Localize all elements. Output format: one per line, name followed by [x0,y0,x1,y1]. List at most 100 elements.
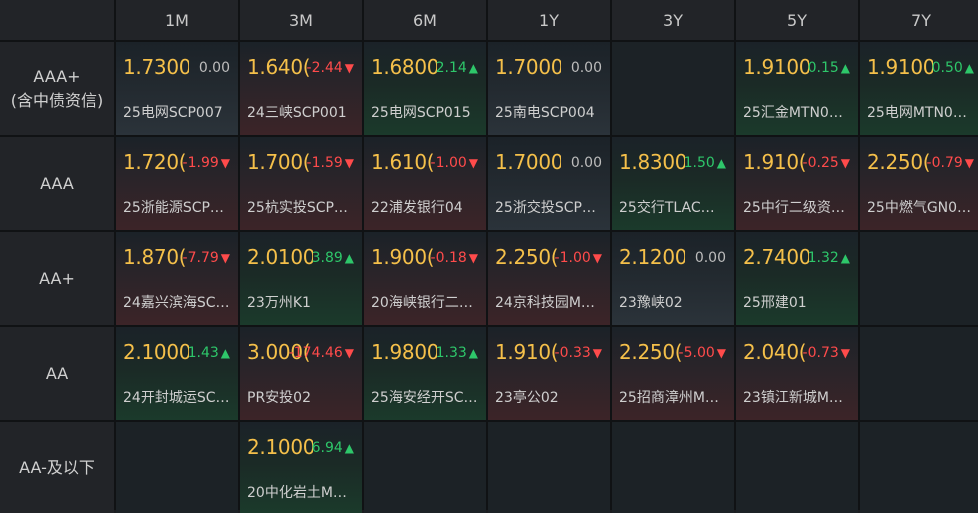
bond-name: 25招商漳州M… [619,390,719,406]
quote-cell[interactable]: 1.9100 0.15 ▲ 25汇金MTN0… [736,42,858,135]
arrow-down-icon: ▼ [840,156,850,170]
change-value: -0.79 [926,155,963,171]
change-value: 1.33 [435,345,467,361]
quote-cell[interactable]: 1.7000 0.00 25南电SCP004 [488,42,610,135]
arrow-up-icon: ▲ [468,61,478,75]
empty-cell [488,422,610,513]
arrow-down-icon: ▼ [964,156,974,170]
quote-cell[interactable]: 2.7400 1.32 ▲ 25邢建01 [736,232,858,325]
arrow-up-icon: ▲ [344,251,354,265]
column-header-5y[interactable]: 5Y [736,0,858,40]
bond-name: 25南电SCP004 [495,105,595,121]
bond-name: 25中燃气GN0… [867,200,972,216]
arrow-down-icon: ▼ [840,346,850,360]
change-value: 0.15 [807,60,839,76]
row-header: AAA+ (含中债资信) [0,42,114,135]
change-indicator: -1.59 ▼ [307,155,354,171]
bond-name: 25浙交投SCP… [495,200,596,216]
column-header-1m[interactable]: 1M [116,0,238,40]
arrow-down-icon: ▼ [344,156,354,170]
quote-cell[interactable]: 1.7300 0.00 25电网SCP007 [116,42,238,135]
empty-cell [116,422,238,513]
yield-value: 2.1200 [619,245,685,269]
bond-name: 24京科技园M… [495,295,595,311]
quote-cell[interactable]: 2.250(-5.00 ▼ 25招商漳州M… [612,327,734,420]
quote-cell[interactable]: 1.700(-1.59 ▼ 25杭实投SCP… [240,137,362,230]
quote-cell[interactable]: 1.8300 1.50 ▲ 25交行TLAC… [612,137,734,230]
change-value: -5.00 [678,345,715,361]
change-indicator: -0.18 ▼ [431,250,478,266]
yield-value: 2.7400 [743,245,809,269]
change-indicator: 0.00 [571,155,602,171]
arrow-down-icon: ▼ [592,251,602,265]
quote-cell[interactable]: 1.7000 0.00 25浙交投SCP… [488,137,610,230]
quote-cell[interactable]: 1.910(-0.33 ▼ 23亭公02 [488,327,610,420]
quote-cell[interactable]: 1.870(-7.79 ▼ 24嘉兴滨海SC… [116,232,238,325]
bond-name: 25电网SCP007 [123,105,223,121]
change-indicator: -1.00 ▼ [555,250,602,266]
change-value: -1.99 [182,155,219,171]
column-header-7y[interactable]: 7Y [860,0,978,40]
change-indicator: 0.00 [199,60,230,76]
quote-cell[interactable]: 1.9100 0.50 ▲ 25电网MTN0… [860,42,978,135]
row-header: AA+ [0,232,114,325]
column-header-6m[interactable]: 6M [364,0,486,40]
arrow-down-icon: ▼ [592,346,602,360]
quote-cell[interactable]: 2.0100 3.89 ▲ 23万州K1 [240,232,362,325]
quote-cell[interactable]: 3.000(-174.46 ▼ PR安投02 [240,327,362,420]
empty-cell [364,422,486,513]
yield-value: 1.610( [371,150,435,174]
quote-cell[interactable]: 2.250(-0.79 ▼ 25中燃气GN0… [860,137,978,230]
quote-cell[interactable]: 1.640(-2.44 ▼ 24三峡SCP001 [240,42,362,135]
quote-cell[interactable]: 1.910(-0.25 ▼ 25中行二级资… [736,137,858,230]
bond-name: 23镇江新城M… [743,390,843,406]
yield-value: 1.9100 [743,55,809,79]
arrow-down-icon: ▼ [344,346,354,360]
bond-name: 25海安经开SC… [371,390,478,406]
arrow-down-icon: ▼ [220,251,230,265]
change-indicator: 1.43 ▲ [188,345,230,361]
quote-cell[interactable]: 1.610(-1.00 ▼ 22浦发银行04 [364,137,486,230]
quote-cell[interactable]: 1.9800 1.33 ▲ 25海安经开SC… [364,327,486,420]
change-indicator: -1.99 ▼ [183,155,230,171]
change-value: 0.00 [198,60,230,76]
change-value: -7.79 [182,250,219,266]
yield-value: 1.640( [247,55,311,79]
column-header-3y[interactable]: 3Y [612,0,734,40]
column-header-3m[interactable]: 3M [240,0,362,40]
empty-cell [860,327,978,420]
bond-name: 23亭公02 [495,390,559,406]
quote-cell[interactable]: 2.1000 1.43 ▲ 24开封城运SC… [116,327,238,420]
quote-cell[interactable]: 2.1000 6.94 ▲ 20中化岩土M… [240,422,362,513]
yield-value: 2.1000 [247,435,313,459]
quote-cell[interactable]: 2.040(-0.73 ▼ 23镇江新城M… [736,327,858,420]
quote-cell[interactable]: 1.6800 2.14 ▲ 25电网SCP015 [364,42,486,135]
bond-name: 24三峡SCP001 [247,105,347,121]
arrow-up-icon: ▲ [716,156,726,170]
change-indicator: 0.00 [571,60,602,76]
row-header: AAA [0,137,114,230]
change-value: -0.18 [430,250,467,266]
empty-cell [736,422,858,513]
quote-cell[interactable]: 2.1200 0.00 23豫峡02 [612,232,734,325]
bond-name: 25交行TLAC… [619,200,715,216]
arrow-up-icon: ▲ [964,61,974,75]
change-value: 1.50 [683,155,715,171]
change-value: -2.44 [306,60,343,76]
quote-cell[interactable]: 1.900(-0.18 ▼ 20海峡银行二… [364,232,486,325]
yield-value: 1.7000 [495,55,561,79]
change-value: -1.00 [554,250,591,266]
change-value: 1.43 [187,345,219,361]
column-header-1y[interactable]: 1Y [488,0,610,40]
arrow-up-icon: ▲ [840,251,850,265]
quote-cell[interactable]: 2.250(-1.00 ▼ 24京科技园M… [488,232,610,325]
arrow-down-icon: ▼ [220,156,230,170]
change-value: -0.25 [802,155,839,171]
arrow-up-icon: ▲ [220,346,230,360]
yield-value: 1.910( [495,340,559,364]
arrow-down-icon: ▼ [468,251,478,265]
empty-cell [612,42,734,135]
change-value: -174.46 [288,345,343,361]
yield-value: 2.1000 [123,340,189,364]
quote-cell[interactable]: 1.720(-1.99 ▼ 25浙能源SCP… [116,137,238,230]
